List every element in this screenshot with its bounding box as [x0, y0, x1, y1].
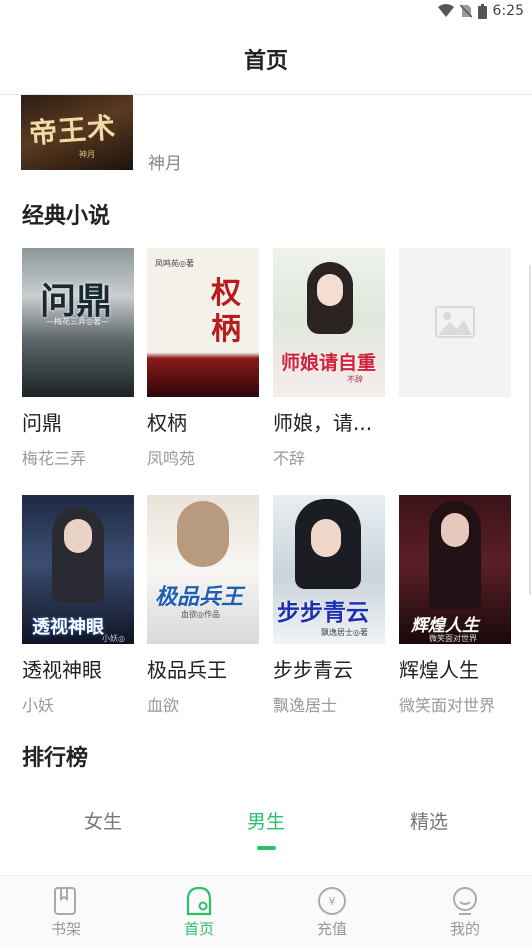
cover-subtitle: 神月 — [79, 150, 95, 159]
status-bar: 6:25 — [0, 0, 532, 26]
book-cover[interactable]: 问鼎 —梅花三弄◎著— — [22, 248, 134, 397]
book-author: 血欲 — [147, 696, 180, 715]
cover-title: 帝王术 — [28, 111, 118, 150]
cover-face — [317, 274, 343, 306]
book-card[interactable]: 透视神眼 小妖◎ 透视神眼 小妖 — [22, 495, 134, 716]
book-card[interactable]: 师娘请自重 不辞 师娘，请... 不辞 — [273, 248, 385, 469]
book-author: 凤鸣苑 — [147, 449, 196, 468]
book-title: 步步青云 — [273, 658, 353, 682]
cover-subtitle: 凤鸣苑◎著 — [155, 259, 194, 268]
book-cover[interactable]: 透视神眼 小妖◎ — [22, 495, 134, 644]
book-title: 问鼎 — [22, 411, 62, 435]
tab-indicator — [257, 846, 276, 850]
cover-subtitle: 微笑面对世界 — [429, 634, 477, 643]
nav-recharge[interactable]: ¥ 充值 — [282, 876, 382, 948]
book-author: 微笑面对世界 — [399, 696, 496, 715]
cover-subtitle: 小妖◎ — [102, 634, 125, 643]
book-title: 师娘，请... — [273, 411, 373, 435]
nav-bookshelf[interactable]: 书架 — [16, 876, 116, 948]
cover-title: 极品兵王 — [155, 585, 244, 610]
cover-title: 步步青云 — [277, 600, 369, 626]
book-cover[interactable]: 步步青云 飘逸居士◎著 — [273, 495, 385, 644]
tab-female[interactable]: 女生 — [43, 807, 163, 834]
cover-face — [311, 519, 341, 557]
book-author: 不辞 — [273, 449, 306, 468]
section-title-classic: 经典小说 — [22, 204, 111, 229]
cover-title: 师娘请自重 — [281, 352, 377, 374]
app-header: 首页 — [0, 26, 532, 95]
book-title: 极品兵王 — [147, 658, 227, 682]
home-icon — [186, 886, 212, 916]
cover-subtitle: —梅花三弄◎著— — [46, 317, 109, 326]
book-cover-top[interactable]: 帝王术 神月 — [21, 95, 133, 170]
tab-featured[interactable]: 精选 — [369, 807, 489, 834]
cover-title: 透视神眼 — [32, 617, 104, 638]
svg-text:¥: ¥ — [329, 895, 336, 908]
bookshelf-icon — [54, 887, 76, 915]
book-author: 飘逸居士 — [273, 696, 338, 715]
cover-portrait — [177, 501, 229, 567]
image-placeholder-icon — [435, 306, 475, 338]
nav-label: 首页 — [183, 920, 214, 938]
book-card[interactable]: 权柄 凤鸣苑◎著 权柄 凤鸣苑 — [147, 248, 259, 469]
ranking-tabs: 女生 男生 精选 — [0, 807, 532, 857]
page-title: 首页 — [243, 49, 288, 74]
book-cover[interactable]: 师娘请自重 不辞 — [273, 248, 385, 397]
top-book-author: 神月 — [148, 154, 182, 174]
scrollbar[interactable] — [529, 265, 531, 595]
no-sim-icon — [459, 4, 472, 18]
bottom-nav: 书架 首页 ¥ 充值 我的 — [0, 875, 532, 948]
cover-subtitle: 血欲◎作品 — [181, 610, 220, 619]
book-title: 透视神眼 — [22, 658, 102, 682]
book-author: 小妖 — [22, 696, 55, 715]
nav-label: 充值 — [316, 920, 347, 938]
section-title-ranking: 排行榜 — [22, 746, 89, 771]
cover-title: 权柄 — [211, 276, 241, 347]
book-card[interactable]: 极品兵王 血欲◎作品 极品兵王 血欲 — [147, 495, 259, 716]
book-cover-placeholder[interactable] — [399, 248, 511, 397]
status-time: 6:25 — [492, 3, 524, 19]
book-cover[interactable]: 权柄 凤鸣苑◎著 — [147, 248, 259, 397]
book-card-placeholder[interactable] — [399, 248, 511, 397]
wifi-icon — [437, 4, 454, 17]
book-card[interactable]: 辉煌人生 微笑面对世界 辉煌人生 微笑面对世界 — [399, 495, 511, 716]
battery-icon — [477, 3, 487, 19]
cover-subtitle: 飘逸居士◎著 — [321, 628, 368, 637]
book-cover[interactable]: 辉煌人生 微笑面对世界 — [399, 495, 511, 644]
nav-label: 我的 — [449, 920, 480, 938]
book-title: 权柄 — [147, 411, 187, 435]
profile-icon — [453, 887, 477, 915]
book-title: 辉煌人生 — [399, 658, 479, 682]
book-card[interactable]: 步步青云 飘逸居士◎著 步步青云 飘逸居士 — [273, 495, 385, 716]
content-scroll-area[interactable]: 帝王术 神月 神月 经典小说 问鼎 —梅花三弄◎著— 问鼎 梅花三弄 权柄 凤鸣… — [0, 95, 532, 875]
nav-home[interactable]: 首页 — [149, 876, 249, 948]
book-author: 梅花三弄 — [22, 449, 87, 468]
recharge-icon: ¥ — [318, 887, 346, 915]
cover-subtitle: 不辞 — [347, 375, 363, 384]
book-cover[interactable]: 极品兵王 血欲◎作品 — [147, 495, 259, 644]
nav-profile[interactable]: 我的 — [415, 876, 515, 948]
cover-face — [441, 513, 469, 547]
tab-male[interactable]: 男生 — [206, 807, 326, 834]
cover-face — [64, 519, 92, 553]
book-card[interactable]: 问鼎 —梅花三弄◎著— 问鼎 梅花三弄 — [22, 248, 134, 469]
status-icons: 6:25 — [437, 3, 524, 19]
nav-label: 书架 — [50, 920, 81, 938]
